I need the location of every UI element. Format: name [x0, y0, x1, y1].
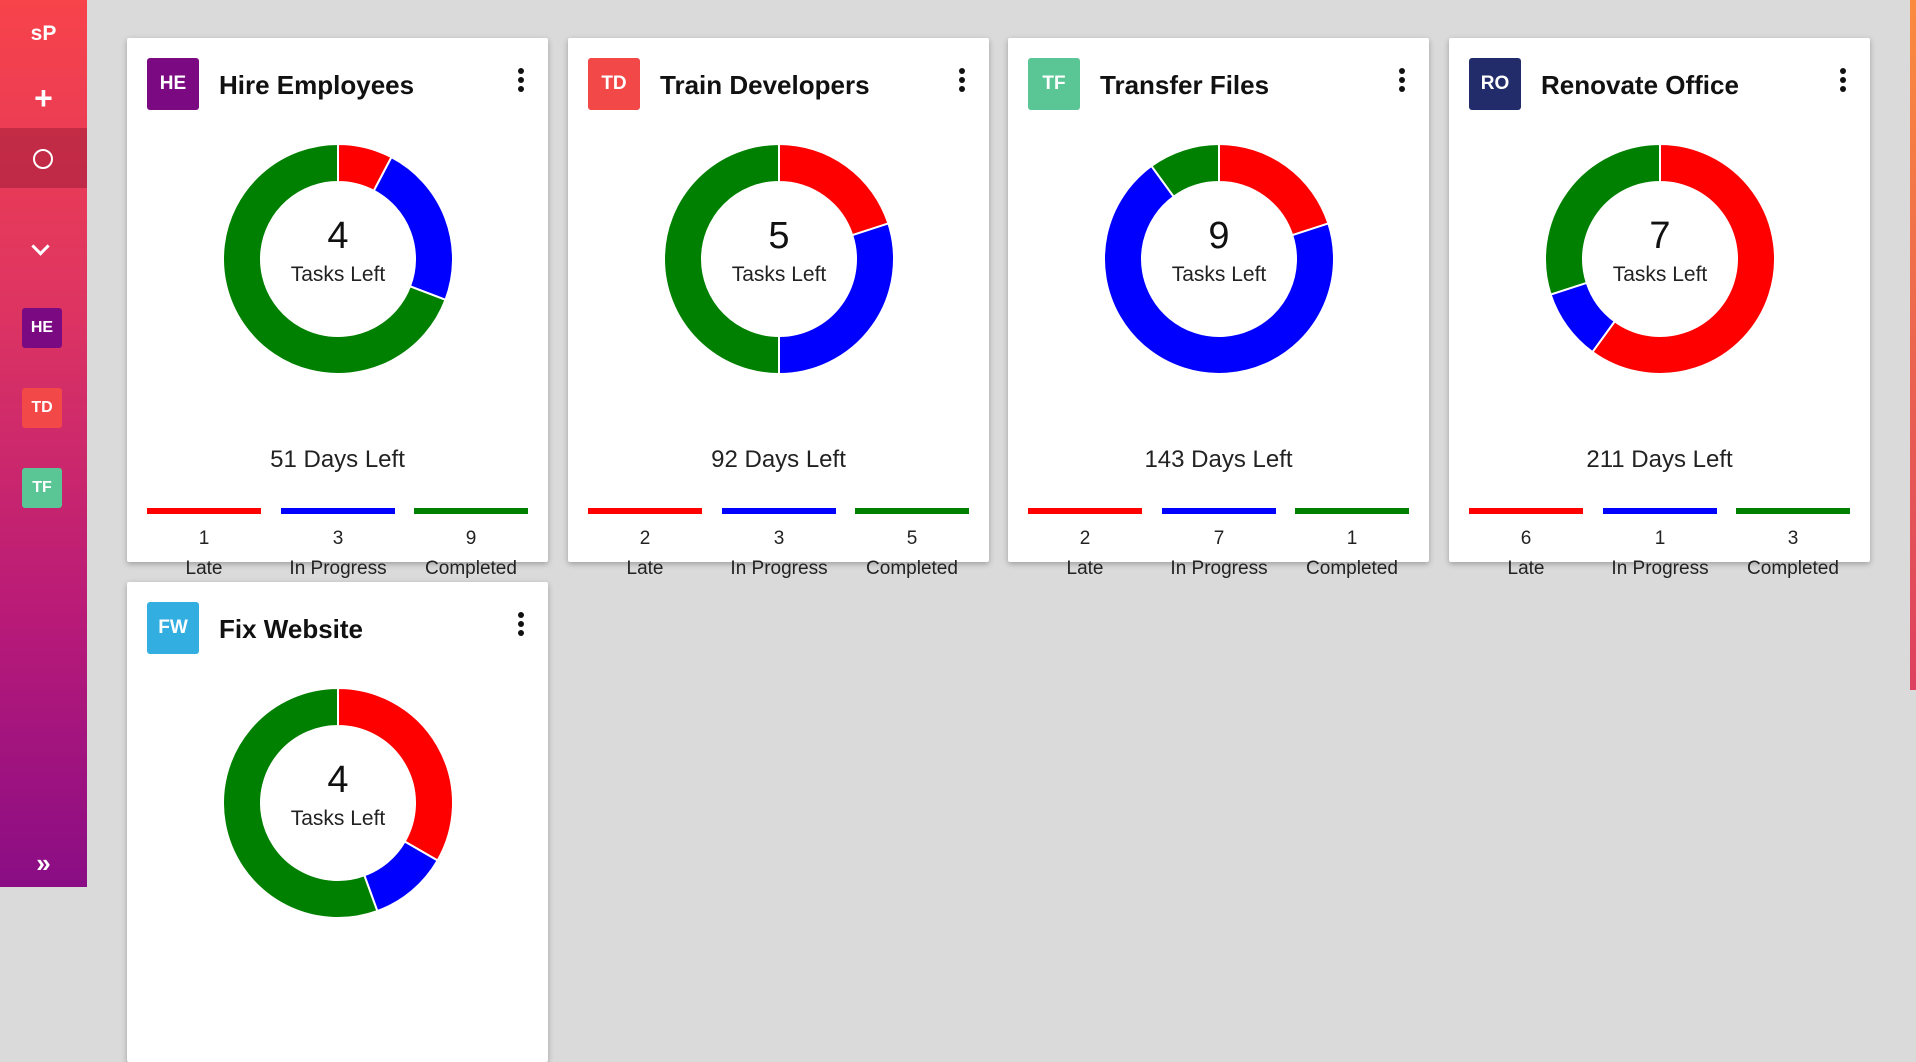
scrollbar-accent — [1910, 0, 1916, 690]
completed-label: Completed — [1306, 558, 1398, 579]
late-label: Late — [1066, 558, 1104, 579]
tasks-donut-chart — [222, 687, 454, 919]
project-avatar: RO — [1469, 58, 1521, 110]
in-progress-label: In Progress — [289, 558, 387, 579]
late-count: 1 — [198, 528, 210, 549]
completed-label: Completed — [425, 558, 517, 579]
completed-label: Completed — [866, 558, 958, 579]
in-progress-label: In Progress — [1170, 558, 1268, 579]
more-options-icon[interactable] — [1834, 66, 1852, 96]
late-stat: 2 Late — [588, 508, 702, 580]
late-count: 2 — [1079, 528, 1091, 549]
project-card[interactable]: RO Renovate Office 7 Tasks Left 211 Days… — [1449, 38, 1870, 579]
tasks-donut-chart — [222, 143, 454, 375]
sidebar: sP + HE TD TF » — [0, 0, 87, 887]
more-options-icon[interactable] — [512, 66, 530, 96]
tasks-left-count: 4 — [327, 759, 349, 801]
tasks-left-count: 4 — [327, 215, 349, 257]
completed-count: 3 — [1787, 528, 1799, 549]
in-progress-stat: 3 In Progress — [722, 508, 836, 580]
tasks-left-label: Tasks Left — [1171, 263, 1267, 286]
in-progress-bar — [722, 508, 836, 514]
donut-segment-completed — [663, 143, 780, 375]
tasks-left-count: 7 — [1649, 215, 1671, 257]
project-title: Hire Employees — [219, 70, 415, 100]
late-bar — [147, 508, 261, 514]
days-left: 211 Days Left — [1586, 446, 1733, 473]
completed-bar — [1736, 508, 1850, 514]
late-stat: 6 Late — [1469, 508, 1583, 580]
active-nav-item[interactable] — [0, 128, 87, 188]
completed-stat: 5 Completed — [855, 508, 969, 580]
late-bar — [1469, 508, 1583, 514]
tasks-left-label: Tasks Left — [1612, 263, 1708, 286]
project-avatar: TF — [1028, 58, 1080, 110]
project-avatar: TD — [588, 58, 640, 110]
project-title: Fix Website — [219, 614, 364, 644]
late-stat: 1 Late — [147, 508, 261, 580]
sidebar-project-tf[interactable]: TF — [22, 468, 62, 508]
in-progress-bar — [1603, 508, 1717, 514]
late-bar — [588, 508, 702, 514]
chevron-down-icon[interactable] — [31, 237, 50, 256]
project-avatar: HE — [147, 58, 199, 110]
app-logo[interactable]: sP — [0, 22, 87, 46]
late-bar — [1028, 508, 1142, 514]
tasks-donut-chart — [1544, 143, 1776, 375]
tasks-donut-chart — [1103, 143, 1335, 375]
expand-sidebar-icon[interactable]: » — [0, 848, 87, 878]
completed-label: Completed — [1747, 558, 1839, 579]
tasks-left-count: 9 — [1208, 215, 1230, 257]
tasks-left-count: 5 — [768, 215, 790, 257]
project-card[interactable]: TF Transfer Files 9 Tasks Left 143 Days … — [1008, 38, 1429, 579]
in-progress-label: In Progress — [1611, 558, 1709, 579]
add-project-button[interactable]: + — [0, 76, 87, 120]
in-progress-stat: 3 In Progress — [281, 508, 395, 580]
completed-count: 1 — [1346, 528, 1358, 549]
in-progress-count: 1 — [1654, 528, 1666, 549]
completed-bar — [414, 508, 528, 514]
late-stat: 2 Late — [1028, 508, 1142, 580]
in-progress-count: 7 — [1213, 528, 1225, 549]
tasks-left-label: Tasks Left — [731, 263, 827, 286]
more-options-icon[interactable] — [953, 66, 971, 96]
days-left: 143 Days Left — [1144, 446, 1293, 473]
in-progress-label: In Progress — [730, 558, 828, 579]
late-label: Late — [626, 558, 664, 579]
more-options-icon[interactable] — [1393, 66, 1411, 96]
project-card[interactable]: HE Hire Employees 4 Tasks Left 51 Days L… — [127, 38, 548, 579]
in-progress-bar — [1162, 508, 1276, 514]
tasks-donut-chart — [663, 143, 895, 375]
tasks-left-label: Tasks Left — [290, 807, 386, 830]
completed-count: 5 — [906, 528, 918, 549]
project-card[interactable]: FW Fix Website 4 Tasks Left — [127, 582, 548, 1062]
in-progress-count: 3 — [332, 528, 344, 549]
completed-count: 9 — [465, 528, 477, 549]
late-count: 2 — [639, 528, 651, 549]
in-progress-stat: 1 In Progress — [1603, 508, 1717, 580]
in-progress-count: 3 — [773, 528, 785, 549]
completed-stat: 3 Completed — [1736, 508, 1850, 580]
tasks-left-label: Tasks Left — [290, 263, 386, 286]
late-count: 6 — [1520, 528, 1532, 549]
late-label: Late — [185, 558, 223, 579]
project-title: Train Developers — [660, 70, 870, 100]
project-avatar: FW — [147, 602, 199, 654]
late-label: Late — [1507, 558, 1545, 579]
sidebar-project-td[interactable]: TD — [22, 388, 62, 428]
days-left: 51 Days Left — [270, 446, 405, 473]
in-progress-stat: 7 In Progress — [1162, 508, 1276, 580]
completed-stat: 9 Completed — [414, 508, 528, 580]
completed-stat: 1 Completed — [1295, 508, 1409, 580]
completed-bar — [1295, 508, 1409, 514]
more-options-icon[interactable] — [512, 610, 530, 640]
project-title: Renovate Office — [1541, 70, 1739, 100]
completed-bar — [855, 508, 969, 514]
project-title: Transfer Files — [1100, 70, 1270, 100]
sidebar-project-he[interactable]: HE — [22, 308, 62, 348]
days-left: 92 Days Left — [711, 446, 846, 473]
circle-icon — [33, 149, 53, 169]
in-progress-bar — [281, 508, 395, 514]
project-card[interactable]: TD Train Developers 5 Tasks Left 92 Days… — [568, 38, 989, 579]
